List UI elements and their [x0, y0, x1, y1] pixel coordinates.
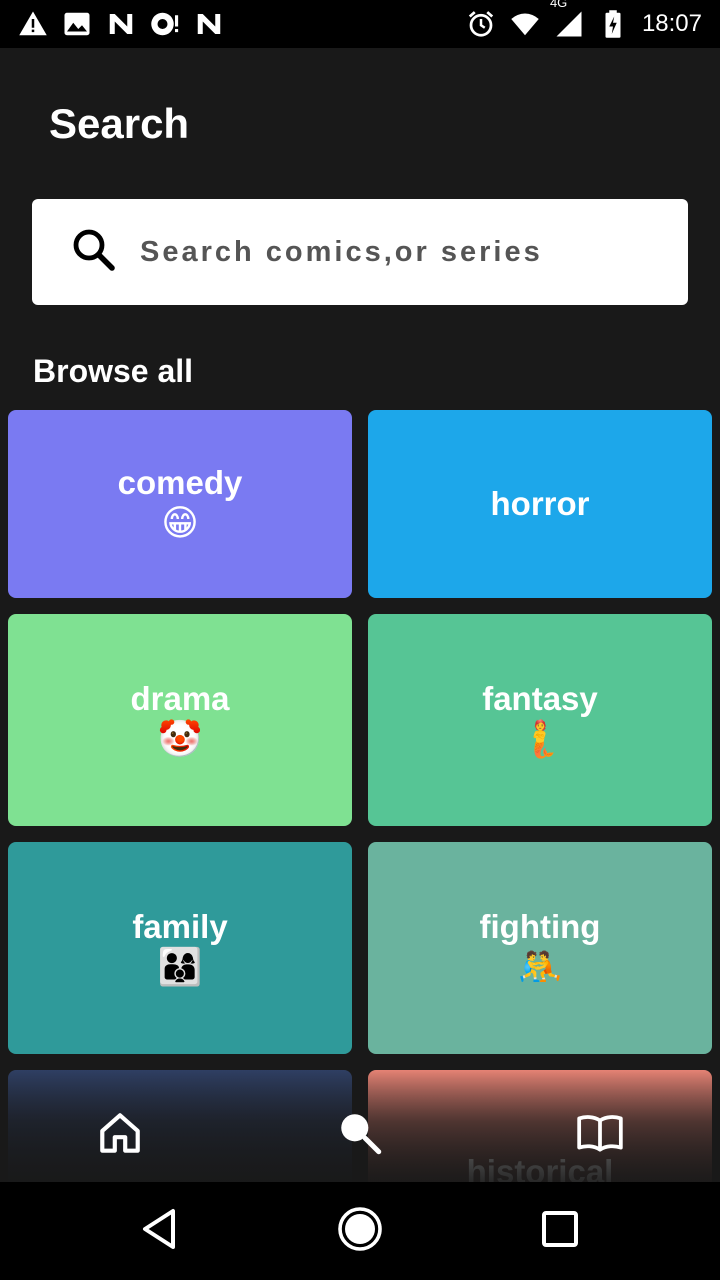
n-icon — [106, 9, 136, 39]
search-icon — [70, 226, 118, 279]
home-icon — [95, 1108, 145, 1163]
search-icon — [335, 1108, 385, 1163]
category-label: drama — [130, 680, 230, 717]
system-back-button[interactable] — [136, 1206, 186, 1256]
sync-alert-icon — [150, 9, 180, 39]
back-icon — [137, 1205, 185, 1258]
system-home-button[interactable] — [335, 1206, 385, 1256]
book-icon — [575, 1108, 625, 1163]
category-tile-comedy[interactable]: comedy 😁 — [8, 410, 352, 598]
category-tile-fighting[interactable]: fighting 🤼 — [368, 842, 712, 1054]
category-tile-drama[interactable]: drama 🤡 — [8, 614, 352, 826]
search-box[interactable] — [32, 199, 688, 305]
image-icon — [62, 9, 92, 39]
battery-charging-icon — [598, 9, 628, 39]
category-tile-family[interactable]: family 👨‍👩‍👦 — [8, 842, 352, 1054]
home-circle-icon — [336, 1205, 384, 1258]
category-label: comedy — [117, 464, 243, 501]
network-type: 4G — [549, 0, 568, 10]
status-bar: 4G 18:07 — [0, 0, 720, 48]
category-label: horror — [490, 485, 590, 522]
alarm-icon — [466, 9, 496, 39]
system-nav-bar — [0, 1182, 720, 1280]
laughing-face-icon: 😁 — [161, 503, 199, 544]
category-label: family — [132, 908, 228, 945]
merperson-icon: 🧜 — [517, 719, 563, 760]
wifi-icon — [510, 9, 540, 39]
signal-icon — [554, 9, 584, 39]
browse-title: Browse all — [33, 353, 194, 389]
family-icon: 👨‍👩‍👦 — [157, 947, 203, 988]
n-icon — [194, 9, 224, 39]
bottom-nav — [0, 1090, 720, 1180]
nav-search-button[interactable] — [325, 1100, 395, 1170]
recents-icon — [536, 1205, 584, 1258]
clown-face-icon: 🤡 — [157, 719, 203, 760]
nav-library-button[interactable] — [565, 1100, 635, 1170]
category-label: fantasy — [482, 680, 598, 717]
system-recents-button[interactable] — [535, 1206, 585, 1256]
status-time: 18:07 — [641, 10, 702, 37]
nav-home-button[interactable] — [85, 1100, 155, 1170]
warning-icon — [18, 9, 48, 39]
wrestlers-icon: 🤼 — [517, 947, 563, 988]
search-input[interactable] — [140, 235, 640, 269]
category-label: fighting — [479, 908, 601, 945]
page-title: Search — [49, 100, 190, 147]
category-tile-horror[interactable]: horror — [368, 410, 712, 598]
category-tile-fantasy[interactable]: fantasy 🧜 — [368, 614, 712, 826]
